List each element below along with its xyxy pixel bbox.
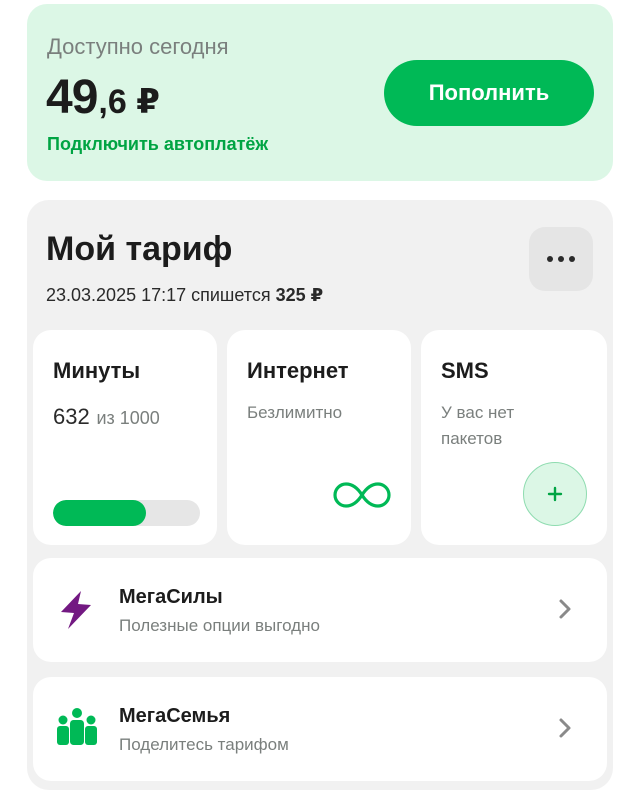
minutes-progress-bar	[53, 500, 200, 526]
megasemya-row[interactable]: МегаСемья Поделитесь тарифом	[33, 677, 607, 781]
autopay-link[interactable]: Подключить автоплатёж	[47, 134, 268, 155]
megasily-title: МегаСилы	[119, 586, 223, 608]
sms-title: SMS	[441, 358, 489, 383]
minutes-tile[interactable]: Минуты 632 из 1000	[33, 330, 217, 545]
internet-title: Интернет	[247, 358, 349, 383]
plus-icon	[547, 486, 563, 502]
megasily-subtitle: Полезные опции выгодно	[119, 616, 320, 635]
topup-button[interactable]: Пополнить	[384, 60, 594, 126]
minutes-progress-fill	[53, 500, 146, 526]
internet-tile[interactable]: Интернет Безлимитно	[227, 330, 411, 545]
balance-amount-fraction: ,6 ₽	[98, 83, 160, 121]
charge-amount: 325 ₽	[275, 285, 324, 305]
tariff-title: Мой тариф	[46, 230, 233, 268]
minutes-usage: 632 из 1000	[53, 404, 160, 432]
sms-add-button[interactable]	[523, 462, 587, 526]
balance-card: Доступно сегодня 49,6 ₽ Подключить автоп…	[27, 4, 613, 181]
chevron-right-icon	[559, 718, 571, 738]
sms-status-line2: пакетов	[441, 429, 503, 448]
balance-amount-integer: 49	[46, 71, 98, 124]
sms-status-line1: У вас нет	[441, 403, 515, 422]
megasemya-title: МегаСемья	[119, 705, 231, 727]
balance-amount: 49,6 ₽	[46, 70, 160, 125]
sms-tile[interactable]: SMS У вас нет пакетов	[421, 330, 607, 545]
tariff-card: Мой тариф 23.03.2025 17:17 спишется 325 …	[27, 200, 613, 790]
minutes-total: из 1000	[96, 408, 160, 428]
internet-status: Безлимитно	[247, 403, 343, 422]
megasemya-subtitle: Поделитесь тарифом	[119, 735, 289, 754]
minutes-used: 632	[53, 404, 90, 429]
balance-label: Доступно сегодня	[47, 34, 229, 59]
sms-status: У вас нет пакетов	[441, 400, 514, 452]
tariff-charge-info: 23.03.2025 17:17 спишется 325 ₽	[46, 285, 323, 306]
more-horizontal-icon	[545, 256, 578, 262]
chevron-right-icon	[559, 599, 571, 619]
megasily-row[interactable]: МегаСилы Полезные опции выгодно	[33, 558, 607, 662]
more-button[interactable]	[529, 227, 593, 291]
family-icon	[57, 708, 97, 745]
infinity-icon	[333, 482, 391, 508]
minutes-title: Минуты	[53, 358, 141, 383]
charge-date: 23.03.2025 17:17 спишется	[46, 285, 271, 305]
lightning-icon	[61, 591, 91, 629]
